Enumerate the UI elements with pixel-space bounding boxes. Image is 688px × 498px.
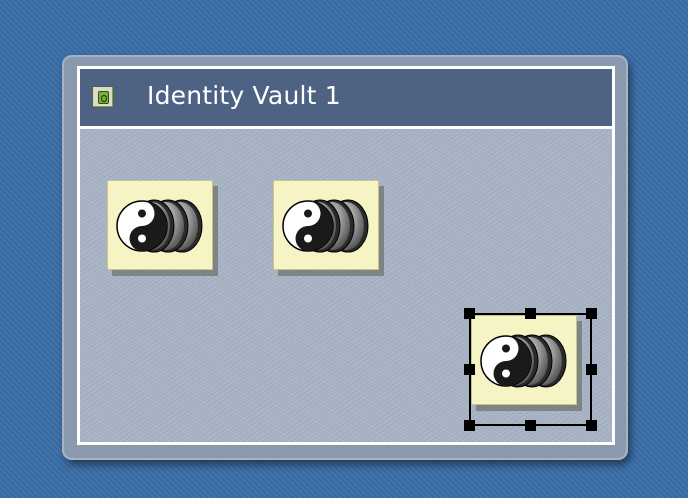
- vault-titlebar[interactable]: Identity Vault 1: [80, 69, 612, 129]
- driver-object-2[interactable]: [273, 180, 379, 270]
- resize-handle-bottom-middle[interactable]: [525, 420, 536, 431]
- resize-handle-middle-right[interactable]: [586, 364, 597, 375]
- identity-vault-container[interactable]: Identity Vault 1: [62, 55, 628, 460]
- resize-handle-bottom-left[interactable]: [464, 420, 475, 431]
- resize-handle-bottom-right[interactable]: [586, 420, 597, 431]
- driver-object-1[interactable]: [107, 180, 213, 270]
- vault-title: Identity Vault 1: [147, 81, 341, 110]
- driver-object-3-selected[interactable]: [471, 315, 577, 405]
- resize-handle-top-left[interactable]: [464, 308, 475, 319]
- resize-handle-top-right[interactable]: [586, 308, 597, 319]
- yin-yang-stack-icon: [116, 199, 203, 253]
- vault-lock-icon: [92, 86, 114, 108]
- resize-handle-top-middle[interactable]: [525, 308, 536, 319]
- resize-handle-middle-left[interactable]: [464, 364, 475, 375]
- yin-yang-stack-icon: [282, 199, 369, 253]
- yin-yang-stack-icon: [480, 334, 567, 388]
